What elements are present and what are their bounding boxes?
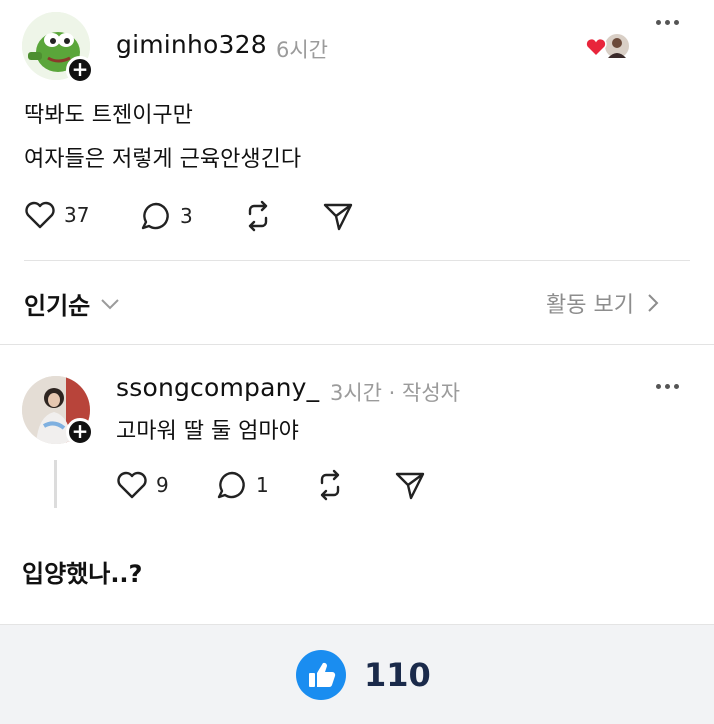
sort-label: 인기순 [24,292,91,320]
heart-icon [585,32,631,60]
comment-reply-button[interactable]: 1 [216,469,269,501]
post-line-1: 딱봐도 트젠이구만 [24,103,193,128]
comment-username[interactable]: ssongcompany_ [116,373,319,402]
send-icon [323,203,353,231]
heart-outline-icon [25,201,55,229]
comment-repost-button[interactable] [314,469,346,501]
comment-meta: 3시간 · 작성자 [330,381,460,405]
comment-like-count: 9 [156,473,169,497]
repost-icon [248,200,268,232]
post-share-button[interactable] [322,200,354,232]
comment-reply-count: 1 [256,473,269,497]
send-icon [395,472,425,500]
divider [24,260,690,261]
chevron-down-icon [101,298,119,309]
divider [0,344,714,345]
post-comment-count: 3 [180,204,193,228]
post-time: 6시간 [276,38,329,62]
liker-avatars[interactable] [584,32,632,62]
repost-icon [320,469,340,501]
view-activity-link[interactable]: 활동 보기 [546,287,660,319]
view-activity-label: 활동 보기 [546,293,634,318]
post-reply-button[interactable]: 3 [140,200,193,232]
post-username[interactable]: giminho328 [116,30,267,59]
post-like-count: 37 [64,203,90,227]
caption-text: 입양했나..? [22,560,143,588]
follow-plus-button[interactable]: + [66,418,94,446]
like-count: 110 [364,656,431,694]
heart-outline-icon [117,471,147,499]
comment-like-button[interactable]: 9 [116,470,169,500]
comment-bubble-icon [217,471,245,499]
comment-share-button[interactable] [394,469,426,501]
post-repost-button[interactable] [242,200,274,232]
post-line-2: 여자들은 저렇게 근육안생긴다 [24,147,302,172]
recommend-button[interactable]: 110 [296,650,431,700]
comment-bubble-icon [141,202,169,230]
follow-plus-button[interactable]: + [66,56,94,84]
post-like-button[interactable]: 37 [24,200,89,230]
thread-line [54,460,57,508]
post-more-options-icon[interactable] [656,20,679,25]
sort-dropdown[interactable]: 인기순 [24,286,120,321]
chevron-right-icon [648,294,659,312]
thumbs-up-icon [296,650,346,700]
comment-more-options-icon[interactable] [656,384,679,389]
post-text: 딱봐도 트젠이구만 여자들은 저렇게 근육안생긴다 [24,94,301,182]
comment-text: 고마워 딸 둘 엄마야 [116,419,299,444]
